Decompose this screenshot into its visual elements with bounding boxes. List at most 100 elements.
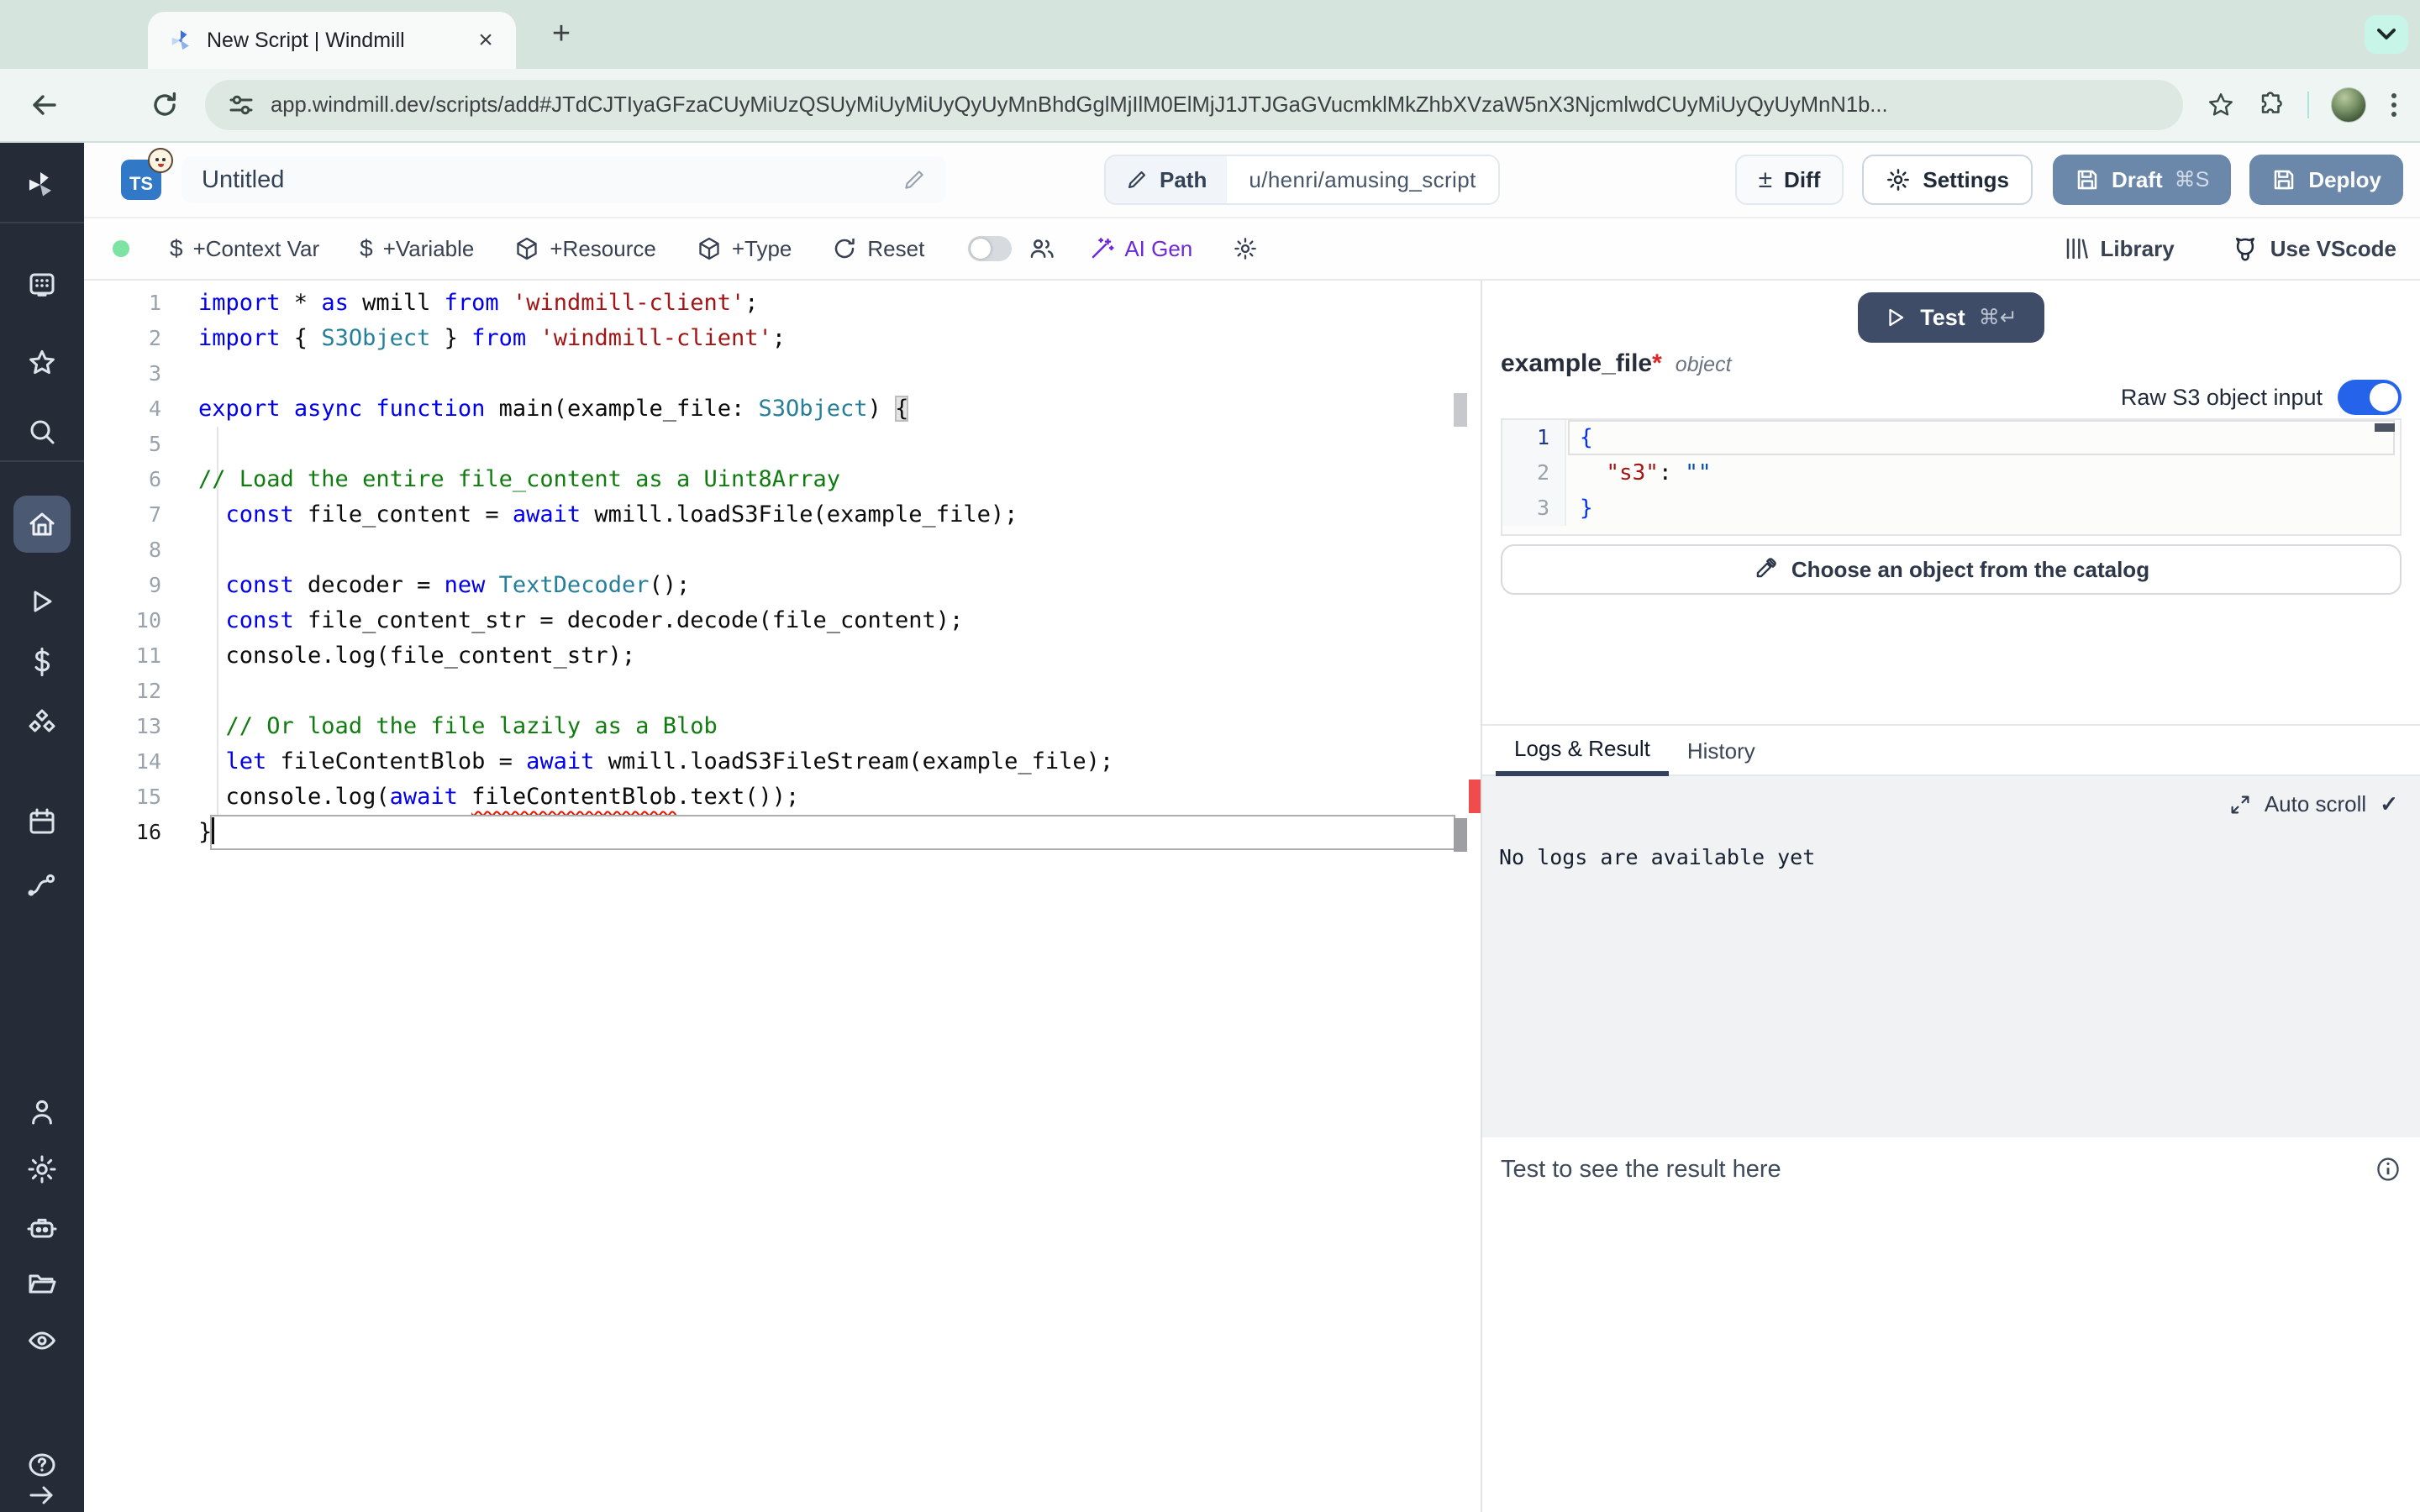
- sidebar-item-favorites[interactable]: [27, 348, 57, 378]
- profile-avatar[interactable]: [2331, 87, 2366, 123]
- code-line[interactable]: 5: [84, 427, 1481, 462]
- code-text: const file_content = await wmill.loadS3F…: [198, 497, 1018, 533]
- library-icon: [2064, 236, 2089, 261]
- add-type-button[interactable]: +Type: [697, 236, 792, 262]
- script-header: TS Untitled Path u/henri/amusing_script: [84, 143, 2420, 218]
- raw-s3-toggle[interactable]: [2338, 380, 2402, 415]
- draft-shortcut: ⌘S: [2175, 167, 2210, 192]
- browser-menu-icon[interactable]: [2388, 90, 2400, 120]
- browser-tab[interactable]: New Script | Windmill ×: [148, 12, 516, 69]
- cursor-overview-mark: [1454, 818, 1467, 852]
- code-text: // Or load the file lazily as a Blob: [198, 709, 718, 744]
- script-title-input[interactable]: Untitled: [182, 156, 946, 203]
- sidebar-item-help[interactable]: [27, 1450, 57, 1480]
- code-line[interactable]: 2 "s3": "": [1502, 455, 2400, 491]
- bookmark-star-icon[interactable]: [2207, 91, 2235, 119]
- code-line[interactable]: 7 const file_content = await wmill.loadS…: [84, 497, 1481, 533]
- json-input-editor[interactable]: 1{2 "s3": ""3}: [1501, 418, 2402, 536]
- code-line[interactable]: 2import { S3Object } from 'windmill-clie…: [84, 321, 1481, 356]
- reset-button[interactable]: Reset: [832, 236, 924, 262]
- sidebar-item-search[interactable]: [27, 417, 57, 447]
- info-icon[interactable]: [2375, 1156, 2402, 1183]
- language-badge-typescript[interactable]: TS: [121, 160, 161, 200]
- add-context-var-button[interactable]: $ +Context Var: [170, 235, 319, 262]
- minimap-decoration: [2375, 423, 2395, 432]
- windmill-logo-icon[interactable]: [25, 170, 59, 203]
- code-line[interactable]: 15 console.log(await fileContentBlob.tex…: [84, 780, 1481, 815]
- sidebar-item-user[interactable]: [27, 1097, 57, 1127]
- draft-button[interactable]: Draft ⌘S: [2053, 155, 2231, 205]
- tab-search-chevron-button[interactable]: [2365, 15, 2408, 54]
- sidebar-item-home[interactable]: [13, 496, 71, 553]
- new-tab-button[interactable]: +: [541, 15, 581, 55]
- editor-settings-gear[interactable]: [1233, 236, 1258, 261]
- path-value: u/henri/amusing_script: [1227, 156, 1497, 203]
- code-line[interactable]: 6// Load the entire file_content as a Ui…: [84, 462, 1481, 497]
- code-line[interactable]: 1{: [1502, 420, 2400, 455]
- sidebar-item-routes[interactable]: [27, 869, 57, 899]
- line-number: 13: [84, 709, 198, 744]
- code-line[interactable]: 10 const file_content_str = decoder.deco…: [84, 603, 1481, 638]
- sidebar-item-folders[interactable]: [27, 1268, 57, 1299]
- sidebar-item-resources[interactable]: [27, 707, 57, 738]
- library-button[interactable]: Library: [2064, 236, 2175, 262]
- arg-type: object: [1676, 353, 1732, 377]
- code-line[interactable]: 9 const decoder = new TextDecoder();: [84, 568, 1481, 603]
- code-text: }: [198, 815, 214, 850]
- settings-button[interactable]: Settings: [1862, 155, 2033, 205]
- code-line[interactable]: 16}: [84, 815, 1481, 850]
- sidebar-item-variables[interactable]: [27, 647, 57, 677]
- reload-button[interactable]: [145, 85, 185, 125]
- code-line[interactable]: 4export async function main(example_file…: [84, 391, 1481, 427]
- sidebar-item-settings[interactable]: [27, 1154, 57, 1184]
- editor-scrollbar[interactable]: [1454, 393, 1467, 427]
- code-line[interactable]: 13 // Or load the file lazily as a Blob: [84, 709, 1481, 744]
- sidebar-item-workers[interactable]: [27, 1213, 57, 1243]
- sidebar-item-schedules[interactable]: [27, 806, 57, 837]
- address-bar[interactable]: app.windmill.dev/scripts/add#JTdCJTIyaGF…: [205, 80, 2183, 130]
- code-text: {: [1566, 420, 1593, 455]
- tab-close-icon[interactable]: ×: [472, 26, 499, 55]
- site-settings-icon: [229, 92, 254, 118]
- sidebar-item-audit-logs[interactable]: [27, 1326, 57, 1356]
- ai-gen-button[interactable]: AI Gen: [1089, 236, 1192, 262]
- sidebar-item-apps[interactable]: [27, 269, 57, 299]
- code-line[interactable]: 14 let fileContentBlob = await wmill.loa…: [84, 744, 1481, 780]
- auto-scroll-control[interactable]: Auto scroll ✓: [2229, 791, 2398, 817]
- multiplayer-toggle[interactable]: [968, 236, 1012, 261]
- tab-logs-result[interactable]: Logs & Result: [1496, 726, 1669, 776]
- line-number: 7: [84, 497, 198, 533]
- test-button[interactable]: Test ⌘↵: [1858, 292, 2044, 343]
- arrow-right-icon: [90, 91, 118, 119]
- sidebar-item-runs[interactable]: [27, 586, 57, 617]
- back-button[interactable]: [24, 85, 64, 125]
- deploy-button[interactable]: Deploy: [2249, 155, 2403, 205]
- choose-object-button[interactable]: Choose an object from the catalog: [1501, 544, 2402, 595]
- code-line[interactable]: 3}: [1502, 491, 2400, 526]
- edit-pencil-icon: [1126, 169, 1148, 191]
- code-line[interactable]: 8: [84, 533, 1481, 568]
- code-editor[interactable]: 1import * as wmill from 'windmill-client…: [84, 281, 1481, 1512]
- code-text: const decoder = new TextDecoder();: [198, 568, 690, 603]
- code-text: let fileContentBlob = await wmill.loadS3…: [198, 744, 1113, 780]
- diff-button[interactable]: ± Diff: [1735, 155, 1844, 205]
- tab-history[interactable]: History: [1669, 726, 1774, 776]
- code-line[interactable]: 3: [84, 356, 1481, 391]
- line-number: 2: [84, 321, 198, 356]
- add-variable-button[interactable]: $ +Variable: [360, 235, 474, 262]
- error-overview-mark: [1469, 780, 1481, 813]
- add-resource-button[interactable]: +Resource: [514, 236, 655, 262]
- code-line[interactable]: 11 console.log(file_content_str);: [84, 638, 1481, 674]
- edit-pencil-icon[interactable]: [902, 168, 926, 192]
- multiplayer-users-icon: [1028, 235, 1055, 262]
- sidebar-expand-icon[interactable]: [27, 1480, 57, 1510]
- code-line[interactable]: 1import * as wmill from 'windmill-client…: [84, 286, 1481, 321]
- path-button[interactable]: Path u/henri/amusing_script: [1104, 155, 1500, 205]
- screen: New Script | Windmill × + app.windmill.d…: [0, 0, 2420, 1512]
- script-title: Untitled: [202, 166, 902, 194]
- extensions-icon[interactable]: [2257, 91, 2286, 119]
- forward-button[interactable]: [84, 85, 124, 125]
- code-text: console.log(file_content_str);: [198, 638, 635, 674]
- use-vscode-button[interactable]: Use VScode: [2232, 235, 2396, 262]
- code-line[interactable]: 12: [84, 674, 1481, 709]
